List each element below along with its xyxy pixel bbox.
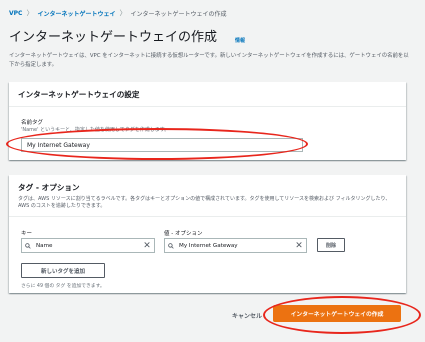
breadcrumb-separator: 〉	[26, 9, 34, 17]
tag-value-label: 値 - オプション	[164, 231, 203, 237]
cancel-button[interactable]: キャンセル	[232, 311, 262, 320]
search-icon	[165, 242, 177, 249]
page-title: インターネットゲートウェイの作成	[9, 30, 218, 45]
add-tag-button[interactable]: 新しいタグを追加	[21, 263, 105, 278]
panel-header: タグ - オプション タグは、AWS リソースに割り当てるラベルです。各タグはキ…	[9, 175, 406, 217]
tag-value-input[interactable]: My Internet Gateway ✕	[164, 238, 307, 253]
create-igw-button[interactable]: インターネットゲートウェイの作成	[273, 305, 401, 322]
breadcrumb-igw-link[interactable]: インターネットゲートウェイ	[37, 9, 115, 18]
name-tag-label: 名前タグ	[21, 120, 44, 126]
name-tag-hint: 'Name' というキーと、指定した値を使用してタグを作成します。	[21, 127, 170, 133]
igw-settings-panel: インターネットゲートウェイの設定 名前タグ 'Name' というキーと、指定した…	[9, 82, 406, 160]
tag-key-input[interactable]: Name ✕	[21, 238, 155, 253]
breadcrumb-vpc-link[interactable]: VPC	[9, 10, 22, 17]
name-tag-input[interactable]	[21, 138, 303, 152]
breadcrumb-separator: 〉	[119, 9, 127, 17]
tag-value-value: My Internet Gateway	[179, 242, 238, 249]
tags-panel: タグ - オプション タグは、AWS リソースに割り当てるラベルです。各タグはキ…	[9, 175, 406, 293]
breadcrumb: VPC 〉 インターネットゲートウェイ 〉 インターネットゲートウェイの作成	[9, 8, 226, 18]
clear-value-icon[interactable]: ✕	[292, 241, 306, 251]
tags-panel-title: タグ - オプション	[18, 183, 80, 192]
page-description: インターネットゲートウェイは、VPC をインターネットに接続する仮想ルーターです…	[9, 53, 409, 68]
tag-limit-note: さらに 49 個の タグ を追加できます。	[21, 284, 105, 289]
breadcrumb-current: インターネットゲートウェイの作成	[130, 10, 227, 18]
search-icon	[22, 242, 34, 249]
tag-key-label: キー	[21, 231, 33, 237]
remove-tag-button[interactable]: 削除	[317, 238, 345, 252]
tag-key-value: Name	[36, 242, 53, 249]
tags-panel-description: タグは、AWS リソースに割り当てるラベルです。各タグはキーとオプションの値で構…	[18, 196, 391, 209]
clear-key-icon[interactable]: ✕	[140, 241, 154, 251]
panel-header: インターネットゲートウェイの設定	[9, 82, 406, 107]
info-link[interactable]: 情報	[235, 37, 245, 44]
settings-panel-title: インターネットゲートウェイの設定	[18, 90, 140, 99]
